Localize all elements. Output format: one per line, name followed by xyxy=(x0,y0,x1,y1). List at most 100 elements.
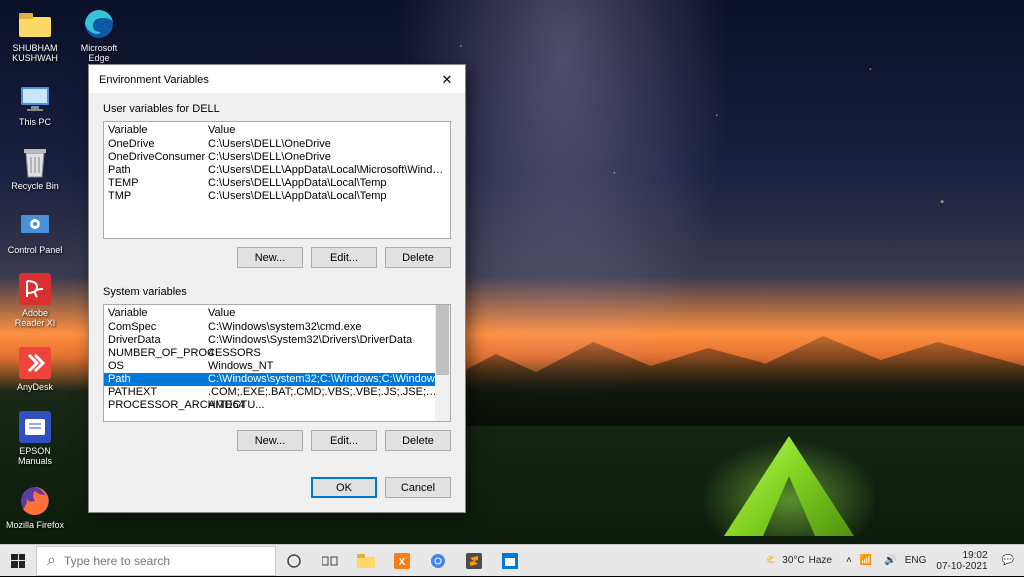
sublime-icon[interactable] xyxy=(456,545,492,577)
var-value: C:\Users\DELL\OneDrive xyxy=(208,151,446,164)
desktop-icon-this-pc[interactable]: This PC xyxy=(6,80,64,128)
cortana-icon[interactable] xyxy=(276,545,312,577)
taskbar: ⌕ X 🌤️ 30°C Haze ˄ 📶 🔊 ENG 19:02 07-10-2… xyxy=(0,544,1024,576)
var-value: C:\Users\DELL\OneDrive xyxy=(208,138,446,151)
firefox-icon xyxy=(17,483,53,519)
desktop-icon-recycle-bin[interactable]: Recycle Bin xyxy=(6,144,64,192)
var-name: Path xyxy=(108,164,208,177)
system-vars-listbox[interactable]: Variable Value ComSpecC:\Windows\system3… xyxy=(103,304,451,422)
sys-edit-button[interactable]: Edit... xyxy=(311,430,377,451)
var-name: OneDrive xyxy=(108,138,208,151)
xampp-icon[interactable]: X xyxy=(384,545,420,577)
edge-icon xyxy=(81,6,117,42)
tray-chevron-icon[interactable]: ˄ xyxy=(846,555,852,566)
desktop-icon-user-folder[interactable]: SHUBHAM KUSHWAH xyxy=(6,6,64,64)
table-row[interactable]: PathC:\Windows\system32;C:\Windows;C:\Wi… xyxy=(104,373,450,386)
desktop-icon-firefox[interactable]: Mozilla Firefox xyxy=(6,483,64,531)
weather-widget[interactable]: 🌤️ 30°C Haze xyxy=(766,555,832,566)
task-view-icon[interactable] xyxy=(312,545,348,577)
anydesk-icon xyxy=(17,345,53,381)
weather-icon: 🌤️ xyxy=(766,555,778,566)
var-name: Path xyxy=(108,373,208,386)
var-name: OS xyxy=(108,360,208,373)
table-row[interactable]: DriverDataC:\Windows\System32\Drivers\Dr… xyxy=(104,334,450,347)
var-value: C:\Windows\System32\Drivers\DriverData xyxy=(208,334,446,347)
var-value: C:\Users\DELL\AppData\Local\Temp xyxy=(208,177,446,190)
search-input[interactable] xyxy=(64,554,265,568)
chrome-icon[interactable] xyxy=(420,545,456,577)
table-row[interactable]: OSWindows_NT xyxy=(104,360,450,373)
var-value: C:\Windows\system32;C:\Windows;C:\Window… xyxy=(208,373,446,386)
var-name: OneDriveConsumer xyxy=(108,151,208,164)
icon-label: EPSON Manuals xyxy=(6,447,64,467)
var-value: .COM;.EXE;.BAT;.CMD;.VBS;.VBE;.JS;.JSE;.… xyxy=(208,386,446,399)
sys-new-button[interactable]: New... xyxy=(237,430,303,451)
close-button[interactable]: ✕ xyxy=(437,71,457,89)
user-delete-button[interactable]: Delete xyxy=(385,247,451,268)
desktop-icon-edge[interactable]: Microsoft Edge xyxy=(70,6,128,64)
volume-icon[interactable]: 🔊 xyxy=(884,555,896,566)
icon-label: AnyDesk xyxy=(17,383,53,393)
start-button[interactable] xyxy=(0,545,36,577)
desktop-icon-anydesk[interactable]: AnyDesk xyxy=(6,345,64,393)
settings-app-icon[interactable] xyxy=(492,545,528,577)
system-tray: 🌤️ 30°C Haze ˄ 📶 🔊 ENG 19:02 07-10-2021 … xyxy=(760,550,1024,572)
control-panel-icon xyxy=(17,208,53,244)
recycle-bin-icon xyxy=(17,144,53,180)
var-value: C:\Users\DELL\AppData\Local\Microsoft\Wi… xyxy=(208,164,446,177)
adobe-reader-icon xyxy=(17,271,53,307)
icon-label: Microsoft Edge xyxy=(70,44,128,64)
icon-label: Control Panel xyxy=(8,246,63,256)
svg-text:X: X xyxy=(399,557,406,568)
icon-label: Mozilla Firefox xyxy=(6,521,64,531)
desktop-icon-adobe-reader[interactable]: Adobe Reader XI xyxy=(6,271,64,329)
user-new-button[interactable]: New... xyxy=(237,247,303,268)
desktop-icon-control-panel[interactable]: Control Panel xyxy=(6,208,64,256)
icon-label: Adobe Reader XI xyxy=(6,309,64,329)
clock[interactable]: 19:02 07-10-2021 xyxy=(936,550,987,572)
table-row[interactable]: ComSpecC:\Windows\system32\cmd.exe xyxy=(104,321,450,334)
network-icon[interactable]: 📶 xyxy=(860,555,872,566)
language-indicator[interactable]: ENG xyxy=(905,555,927,566)
table-row[interactable]: TEMPC:\Users\DELL\AppData\Local\Temp xyxy=(104,177,450,190)
dialog-titlebar[interactable]: Environment Variables ✕ xyxy=(89,65,465,93)
var-value: C:\Users\DELL\AppData\Local\Temp xyxy=(208,190,446,203)
var-name: DriverData xyxy=(108,334,208,347)
var-name: TEMP xyxy=(108,177,208,190)
notifications-icon[interactable]: 💬 xyxy=(1002,555,1014,566)
var-value: C:\Windows\system32\cmd.exe xyxy=(208,321,446,334)
env-variables-dialog: Environment Variables ✕ User variables f… xyxy=(88,64,466,513)
cancel-button[interactable]: Cancel xyxy=(385,477,451,498)
user-vars-listbox[interactable]: Variable Value OneDriveC:\Users\DELL\One… xyxy=(103,121,451,239)
dialog-title: Environment Variables xyxy=(99,74,209,86)
user-edit-button[interactable]: Edit... xyxy=(311,247,377,268)
time: 19:02 xyxy=(936,550,987,561)
table-row[interactable]: NUMBER_OF_PROCESSORS4 xyxy=(104,347,450,360)
table-row[interactable]: OneDriveC:\Users\DELL\OneDrive xyxy=(104,138,450,151)
icon-label: SHUBHAM KUSHWAH xyxy=(6,44,64,64)
user-folder-icon xyxy=(17,6,53,42)
col-header-value[interactable]: Value xyxy=(208,124,446,136)
table-row[interactable]: PATHEXT.COM;.EXE;.BAT;.CMD;.VBS;.VBE;.JS… xyxy=(104,386,450,399)
var-name: NUMBER_OF_PROCESSORS xyxy=(108,347,208,360)
table-row[interactable]: PathC:\Users\DELL\AppData\Local\Microsof… xyxy=(104,164,450,177)
col-header-value[interactable]: Value xyxy=(208,307,446,319)
ok-button[interactable]: OK xyxy=(311,477,377,498)
weather-cond: Haze xyxy=(809,555,832,566)
table-row[interactable]: OneDriveConsumerC:\Users\DELL\OneDrive xyxy=(104,151,450,164)
icon-label: This PC xyxy=(19,118,51,128)
table-row[interactable]: PROCESSOR_ARCHITECTU...AMD64 xyxy=(104,399,450,412)
weather-temp: 30°C xyxy=(782,555,804,566)
scrollbar[interactable] xyxy=(435,305,450,421)
search-box[interactable]: ⌕ xyxy=(36,546,276,576)
col-header-variable[interactable]: Variable xyxy=(108,124,208,136)
var-value: AMD64 xyxy=(208,399,446,412)
col-header-variable[interactable]: Variable xyxy=(108,307,208,319)
desktop-icon-epson-manuals[interactable]: EPSON Manuals xyxy=(6,409,64,467)
file-explorer-icon[interactable] xyxy=(348,545,384,577)
var-name: PROCESSOR_ARCHITECTU... xyxy=(108,399,208,412)
table-row[interactable]: TMPC:\Users\DELL\AppData\Local\Temp xyxy=(104,190,450,203)
date: 07-10-2021 xyxy=(936,561,987,572)
sys-delete-button[interactable]: Delete xyxy=(385,430,451,451)
epson-manuals-icon xyxy=(17,409,53,445)
